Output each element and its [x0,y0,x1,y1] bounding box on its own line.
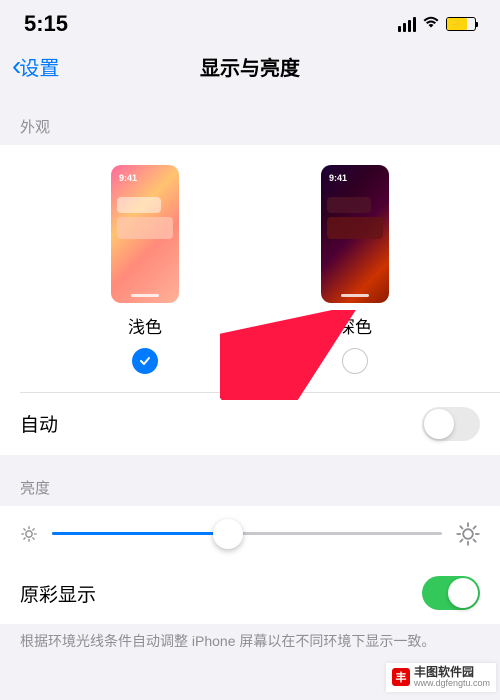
watermark-logo-icon: 丰 [392,668,410,686]
brightness-slider-row [0,506,500,562]
dark-preview: 9:41 [321,165,389,303]
brightness-slider[interactable] [52,532,442,535]
light-label: 浅色 [128,313,162,338]
light-radio[interactable] [132,348,158,374]
nav-bar: ‹ 设置 显示与亮度 [0,44,500,94]
brightness-header: 亮度 [0,455,500,506]
wifi-icon [422,15,440,34]
slider-thumb[interactable] [213,519,243,549]
light-mode-option[interactable]: 9:41 浅色 [111,165,179,374]
back-button[interactable]: ‹ 设置 [12,52,59,81]
appearance-section: 9:41 浅色 9:41 深色 自动 [0,145,500,455]
status-icons: ⚡ [398,15,476,34]
appearance-header: 外观 [0,94,500,145]
auto-toggle[interactable] [422,407,480,441]
sun-small-icon [20,525,38,543]
back-label: 设置 [19,52,59,81]
page-title: 显示与亮度 [200,52,300,81]
brightness-section: 原彩显示 [0,506,500,625]
true-tone-label: 原彩显示 [20,580,96,607]
dark-mode-option[interactable]: 9:41 深色 [321,165,389,374]
status-bar: 5:15 ⚡ [0,0,500,44]
watermark-url: www.dgfengtu.com [414,679,490,689]
auto-row: 自动 [0,393,500,455]
battery-icon: ⚡ [446,17,476,31]
true-tone-description: 根据环境光线条件自动调整 iPhone 屏幕以在不同环境下显示一致。 [0,624,500,660]
true-tone-row: 原彩显示 [0,562,500,624]
status-time: 5:15 [24,11,68,37]
light-preview: 9:41 [111,165,179,303]
dark-label: 深色 [338,313,372,338]
dark-radio[interactable] [342,348,368,374]
auto-label: 自动 [20,410,58,437]
true-tone-toggle[interactable] [422,576,480,610]
signal-icon [398,17,416,32]
sun-large-icon [456,522,480,546]
watermark: 丰 丰图软件园 www.dgfengtu.com [386,663,496,692]
